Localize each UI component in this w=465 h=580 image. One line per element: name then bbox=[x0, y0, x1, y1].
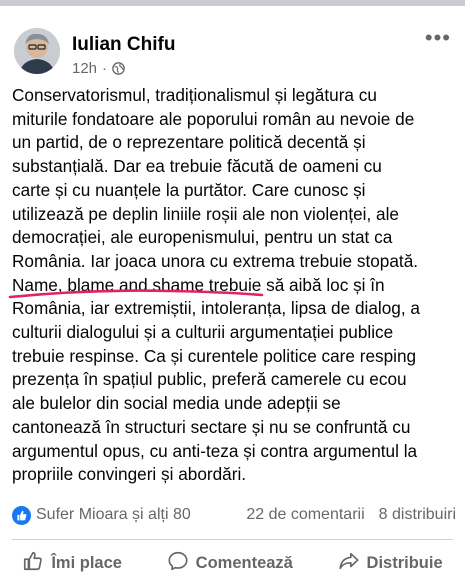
share-label: Distribuie bbox=[366, 553, 443, 572]
comment-button[interactable]: Comentează bbox=[167, 550, 293, 577]
meta-separator: · bbox=[102, 60, 108, 77]
share-button[interactable]: Distribuie bbox=[338, 550, 443, 577]
post-text: Conservatorismul, tradiționalismul și le… bbox=[12, 85, 420, 485]
like-icon bbox=[12, 505, 31, 525]
globe-icon bbox=[112, 62, 125, 75]
more-icon[interactable]: ••• bbox=[425, 27, 451, 49]
like-label: Îmi place bbox=[51, 553, 122, 572]
comment-icon bbox=[167, 550, 189, 577]
shares-count[interactable]: 8 distribuiri bbox=[379, 506, 456, 524]
post-meta: 12h · bbox=[72, 60, 125, 77]
divider bbox=[12, 539, 453, 540]
avatar[interactable] bbox=[14, 28, 60, 74]
reactions-count[interactable]: Sufer Mioara și alți 80 bbox=[36, 506, 191, 524]
post-stats: Sufer Mioara și alți 80 22 de comentarii… bbox=[12, 503, 456, 527]
like-button[interactable]: Îmi place bbox=[22, 550, 122, 577]
thumbs-up-icon bbox=[22, 550, 44, 577]
share-icon bbox=[338, 550, 360, 577]
post-actions: Îmi place Comentează Distribuie bbox=[0, 546, 465, 580]
post-time[interactable]: 12h bbox=[72, 60, 97, 77]
post-header: Iulian Chifu 12h · ••• bbox=[0, 6, 465, 78]
author-name[interactable]: Iulian Chifu bbox=[72, 34, 175, 56]
comments-count[interactable]: 22 de comentarii bbox=[246, 506, 364, 524]
comment-label: Comentează bbox=[195, 553, 293, 572]
